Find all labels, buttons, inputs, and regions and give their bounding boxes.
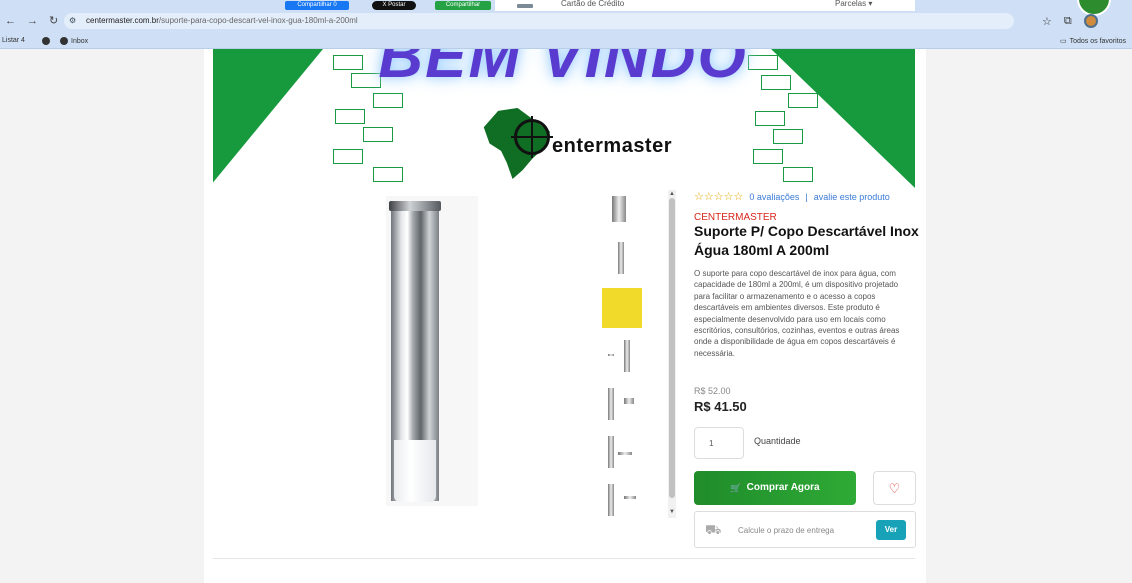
centermaster-logo[interactable]: entermaster (478, 105, 678, 185)
thumbnail[interactable] (598, 336, 644, 376)
star-rating-icon[interactable]: ☆☆☆☆☆ (694, 190, 743, 203)
profile-avatar[interactable] (1083, 14, 1098, 28)
brick (333, 55, 363, 70)
product-title: Suporte P/ Copo Descartável Inox Água 18… (694, 223, 919, 258)
bookmark-listar[interactable]: Listar 4 (2, 37, 25, 44)
thumbnail[interactable] (598, 238, 644, 278)
bookmark-inbox[interactable]: Inbox (60, 37, 88, 45)
cup-holder-cap (389, 201, 441, 211)
facebook-share-button[interactable]: Compartilhar 0 (285, 1, 349, 10)
brick (363, 127, 393, 142)
scroll-up-icon[interactable]: ▲ (668, 190, 676, 198)
url-host: centermaster.com.br (86, 16, 159, 25)
scrollbar-thumb[interactable] (669, 198, 675, 498)
payment-text: Cartão de Crédito (561, 0, 625, 8)
welcome-banner: BEM VINDO entermaster (213, 49, 915, 188)
bookmark-label: Inbox (71, 37, 89, 45)
thumbnail[interactable] (598, 192, 644, 232)
shipping-calculator: ⛟ Calcule o prazo de entrega Ver (694, 511, 916, 548)
content-divider (213, 558, 915, 559)
favorite-button[interactable]: ♡ (873, 471, 916, 505)
whatsapp-share-button[interactable]: Compartilhar (435, 1, 491, 10)
quantity-input[interactable]: 1 (694, 427, 744, 459)
crosshair-icon (511, 116, 553, 158)
site-settings-icon[interactable]: ⚙ (69, 16, 79, 26)
url-text: centermaster.com.br/suporte-para-copo-de… (86, 16, 358, 25)
brick (373, 167, 403, 182)
reviews-link[interactable]: 0 avaliações (749, 192, 799, 202)
quantity-label: Quantidade (754, 436, 801, 446)
brick (755, 111, 785, 126)
shipping-ver-button[interactable]: Ver (876, 520, 906, 540)
bookmark-label: Todos os favoritos (1069, 37, 1127, 45)
buy-now-button[interactable]: 🛒 Comprar Agora (694, 471, 856, 505)
browser-actions: ☆ ⧉ (1042, 14, 1098, 28)
payment-strip: Cartão de Crédito Parcelas ▾ (495, 0, 915, 11)
rating-row: ☆☆☆☆☆ 0 avaliações | avalie este produto (694, 190, 890, 203)
truck-icon: ⛟ (705, 522, 722, 537)
forward-icon[interactable]: → (27, 15, 38, 27)
brick (788, 93, 818, 108)
thumbnail[interactable] (598, 482, 644, 522)
rate-product-link[interactable]: avalie este produto (814, 192, 890, 202)
logo-text: entermaster (552, 135, 673, 157)
cart-icon: 🛒 (730, 483, 742, 493)
card-icon (517, 4, 533, 8)
address-bar[interactable]: ⚙ centermaster.com.br/suporte-para-copo-… (64, 13, 1014, 29)
brick (335, 109, 365, 124)
product-description: O suporte para copo descartável de inox … (694, 269, 900, 358)
brick (761, 75, 791, 90)
current-price: R$ 41.50 (694, 399, 747, 414)
url-path: /suporte-para-copo-descart-vel-inox-gua-… (158, 16, 358, 25)
globe-icon (42, 37, 50, 45)
brick (773, 129, 803, 144)
bookmark-all[interactable]: ▭ Todos os favoritos (1060, 37, 1127, 46)
back-icon[interactable]: ← (5, 15, 16, 27)
heart-icon: ♡ (888, 481, 901, 496)
brick (333, 149, 363, 164)
old-price: R$ 52.00 (694, 386, 731, 396)
extensions-icon[interactable]: ⧉ (1064, 15, 1072, 28)
brick (783, 167, 813, 182)
bookmarks-bar: Listar 4 Inbox ▭ Todos os favoritos (0, 33, 1132, 49)
nav-controls: ← → ↻ (5, 14, 58, 28)
thumbnail[interactable] (602, 288, 642, 328)
scroll-down-icon[interactable]: ▼ (668, 508, 676, 516)
globe-icon (60, 37, 68, 45)
cup-holder-cups (394, 440, 436, 502)
share-strip: Compartilhar 0 X Postar Compartilhar Car… (0, 0, 1132, 11)
reload-icon[interactable]: ↻ (49, 14, 58, 27)
buy-now-label: Comprar Agora (746, 482, 820, 493)
bookmark-star-icon[interactable]: ☆ (1042, 15, 1052, 28)
thumbnail[interactable] (598, 384, 644, 424)
brick (373, 93, 403, 108)
brick (753, 149, 783, 164)
banner-headline: BEM VINDO (378, 49, 748, 91)
installments-select[interactable]: Parcelas ▾ (835, 0, 872, 8)
rating-separator: | (805, 191, 808, 202)
browser-toolbar: Compartilhar 0 X Postar Compartilhar Car… (0, 0, 1132, 33)
bookmark-label: Listar 4 (2, 37, 25, 44)
thumbnail[interactable] (598, 432, 644, 472)
shipping-input[interactable]: Calcule o prazo de entrega (738, 526, 834, 535)
x-post-button[interactable]: X Postar (372, 1, 416, 10)
folder-icon: ▭ (1060, 38, 1067, 45)
bookmark-globe-1[interactable] (42, 37, 50, 45)
